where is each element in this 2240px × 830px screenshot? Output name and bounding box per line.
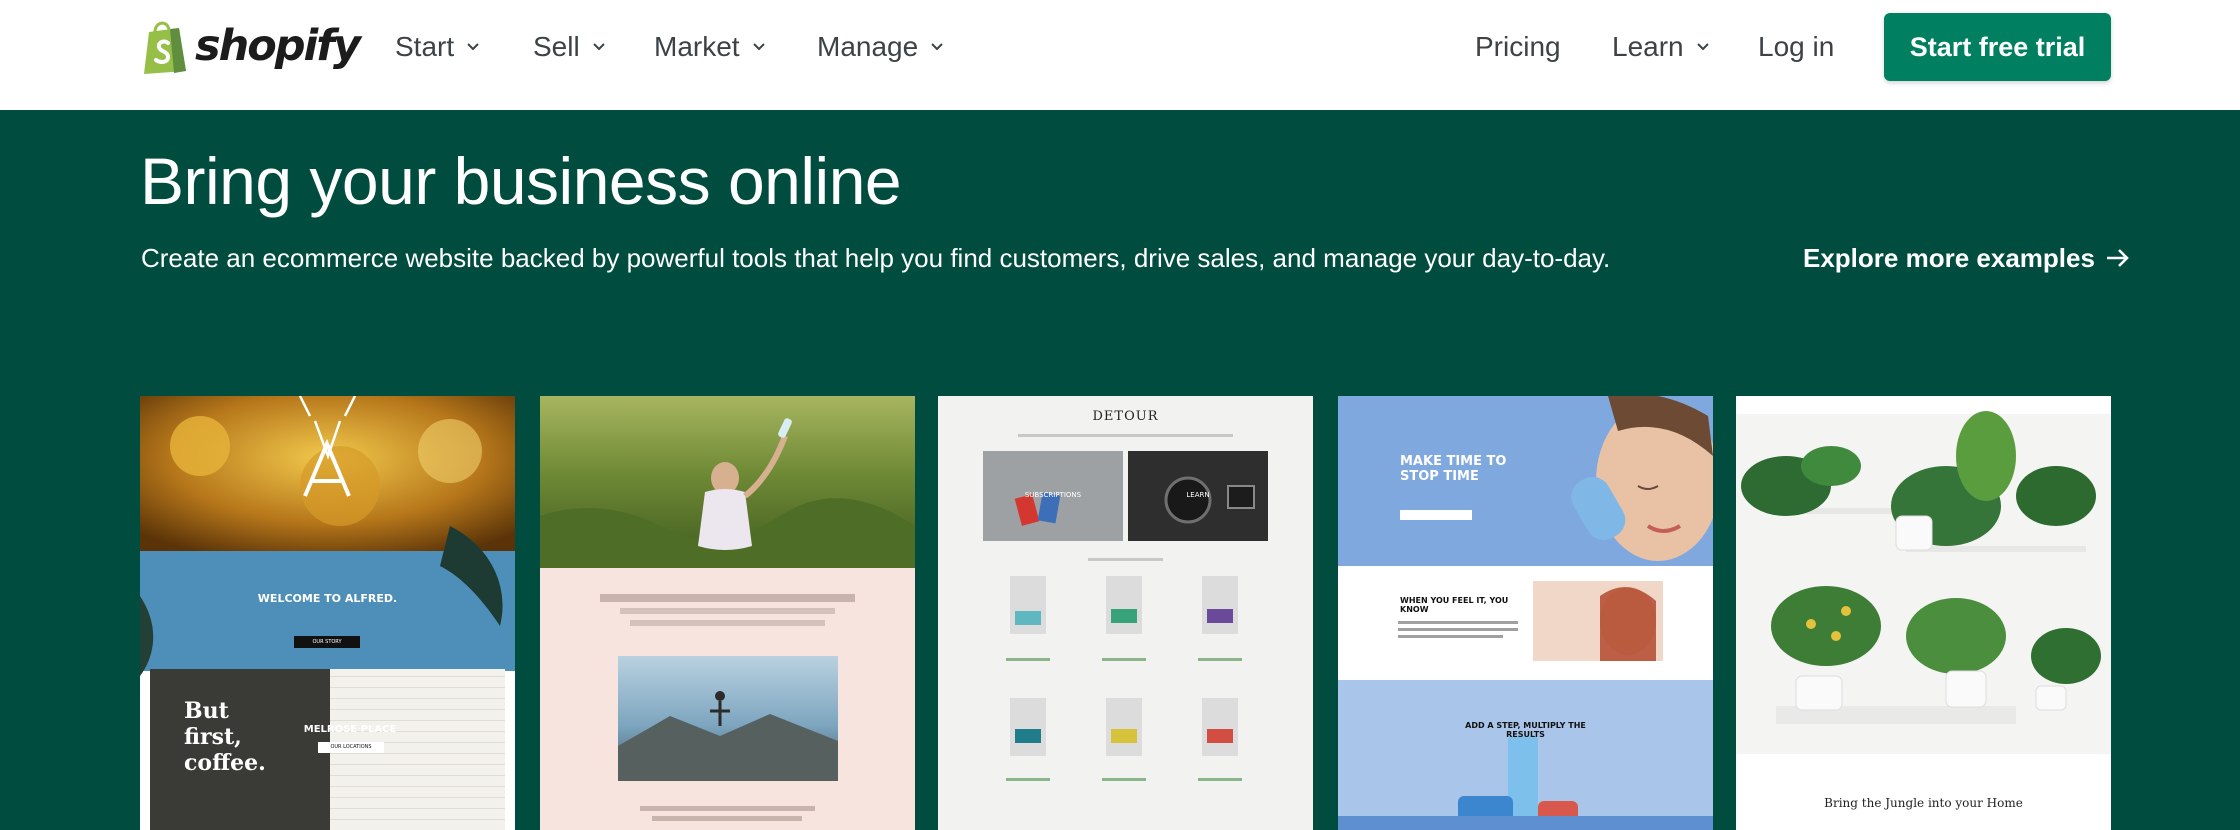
chevron-down-icon bbox=[467, 43, 479, 51]
yoga-site-preview bbox=[540, 396, 915, 830]
skincare-section-heading: WHEN YOU FEEL IT, YOU KNOW bbox=[1400, 596, 1509, 614]
page-title: Bring your business online bbox=[140, 144, 902, 218]
explore-link-label: Explore more examples bbox=[1803, 243, 2095, 273]
menu-start-label: Start bbox=[395, 31, 455, 62]
menu-sell-label: Sell bbox=[533, 31, 580, 62]
skincare-multiply-heading: ADD A STEP, MULTIPLY THE RESULTS bbox=[1465, 721, 1586, 739]
plants-site-preview bbox=[1736, 396, 2111, 830]
hero-subtitle: Create an ecommerce website backed by po… bbox=[141, 243, 1611, 273]
menu-learn[interactable]: Learn bbox=[1612, 26, 1710, 68]
shopify-logo[interactable]: shopify bbox=[140, 16, 361, 76]
skincare-hero-heading: MAKE TIME TO STOP TIME bbox=[1400, 454, 1507, 484]
skincare-site-preview bbox=[1338, 396, 1713, 830]
brand-name: shopify bbox=[195, 21, 361, 71]
menu-manage[interactable]: Manage bbox=[817, 26, 944, 68]
chevron-down-icon bbox=[931, 43, 943, 51]
login-link[interactable]: Log in bbox=[1758, 26, 1834, 68]
arrow-right-icon bbox=[2106, 249, 2129, 267]
alfred-location-heading: MELROSE PLACE bbox=[303, 724, 397, 735]
menu-start[interactable]: Start bbox=[395, 26, 480, 68]
chevron-down-icon bbox=[592, 43, 605, 51]
start-free-trial-button[interactable]: Start free trial bbox=[1884, 13, 2111, 81]
menu-market[interactable]: Market bbox=[654, 26, 766, 68]
detour-logo: DETOUR bbox=[1092, 409, 1159, 424]
shopping-bag-icon bbox=[144, 21, 186, 74]
menu-learn-label: Learn bbox=[1612, 31, 1684, 62]
example-store-yoga[interactable] bbox=[540, 396, 915, 830]
menu-manage-label: Manage bbox=[817, 31, 919, 62]
example-store-plants[interactable]: Bring the Jungle into your Home bbox=[1736, 396, 2111, 830]
menu-sell[interactable]: Sell bbox=[533, 26, 606, 68]
top-navigation: shopify Start Sell Market Manage Pricing… bbox=[0, 0, 2240, 110]
alfred-welcome-heading: WELCOME TO ALFRED. bbox=[257, 592, 398, 605]
example-store-detour[interactable]: DETOUR SUBSCRIPTIONS LEARN bbox=[938, 396, 1313, 830]
example-store-skincare[interactable]: MAKE TIME TO STOP TIME WHEN YOU FEEL IT,… bbox=[1338, 396, 1713, 830]
menu-market-label: Market bbox=[654, 31, 740, 62]
detour-learn-label: LEARN bbox=[1186, 491, 1210, 499]
pricing-link[interactable]: Pricing bbox=[1475, 26, 1561, 68]
detour-subscriptions-label: SUBSCRIPTIONS bbox=[1024, 491, 1082, 499]
chevron-down-icon bbox=[752, 43, 765, 51]
alfred-slogan: But first, coffee. bbox=[184, 698, 266, 776]
explore-more-examples-link[interactable]: Explore more examples bbox=[1803, 240, 2131, 276]
detour-site-preview bbox=[938, 396, 1313, 830]
plants-tagline: Bring the Jungle into your Home bbox=[1824, 796, 2023, 810]
alfred-our-story-button: OUR STORY bbox=[294, 636, 360, 648]
chevron-down-icon bbox=[1696, 43, 1709, 51]
example-store-alfred[interactable]: WELCOME TO ALFRED. OUR STORY But first, … bbox=[140, 396, 515, 830]
alfred-locations-button: OUR LOCATIONS bbox=[318, 742, 384, 753]
